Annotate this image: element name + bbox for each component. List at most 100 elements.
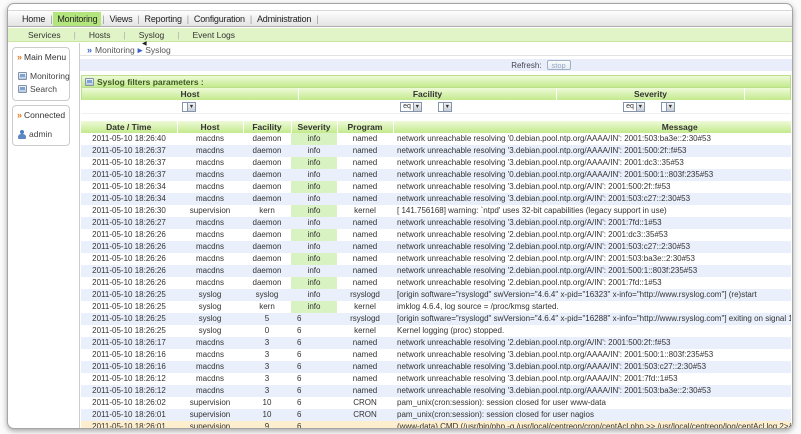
menu-separator: | — [124, 30, 126, 40]
severity-operator-select[interactable]: eq▼ — [623, 102, 645, 112]
table-row: 2011-05-10 18:26:27macdnsdaemoninfonamed… — [81, 217, 791, 229]
breadcrumb-syslog[interactable]: Syslog — [145, 45, 171, 55]
cell-severity: 6 — [291, 361, 337, 373]
cell-host: macdns — [177, 133, 243, 145]
cell-datetime: 2011-05-10 18:26:25 — [81, 313, 177, 325]
app-window: Home|Monitoring|Views|Reporting|Configur… — [7, 3, 793, 429]
cell-message: network unreachable resolving '2.debian.… — [393, 253, 791, 265]
cell-program: kernel — [337, 325, 393, 337]
cell-severity: info — [291, 145, 337, 157]
sub-menu: Services|Hosts|Syslog|Event Logs — [8, 28, 792, 42]
cell-severity: 6 — [291, 349, 337, 361]
menu-item-views[interactable]: Views — [106, 12, 137, 26]
col-header-program: Program — [337, 121, 393, 133]
main-menu-panel: »Main Menu Monitoring Search — [12, 47, 70, 101]
cell-facility: 3 — [243, 349, 291, 361]
cell-facility: daemon — [243, 181, 291, 193]
cell-facility: 3 — [243, 361, 291, 373]
username-label: admin — [29, 129, 52, 139]
menu-item-home[interactable]: Home — [18, 12, 49, 26]
cell-program: named — [337, 193, 393, 205]
host-select[interactable]: ▼ — [182, 102, 196, 112]
submenu-item-services[interactable]: Services — [24, 29, 65, 41]
severity-select[interactable]: ▼ — [661, 102, 675, 112]
main-menu-title: »Main Menu — [17, 52, 67, 62]
cell-message: network unreachable resolving '3.debian.… — [393, 181, 791, 193]
cell-facility: daemon — [243, 133, 291, 145]
connected-title: »Connected — [17, 110, 67, 120]
menu-separator: | — [74, 30, 76, 40]
cell-host: macdns — [177, 193, 243, 205]
cell-datetime: 2011-05-10 18:26:37 — [81, 145, 177, 157]
cell-program: named — [337, 217, 393, 229]
syslog-table: Date / Time Host Facility Severity Progr… — [81, 121, 791, 428]
cell-datetime: 2011-05-10 18:26:30 — [81, 205, 177, 217]
cell-message: network unreachable resolving '3.debian.… — [393, 217, 791, 229]
cell-host: supervision — [177, 409, 243, 421]
cell-facility: daemon — [243, 229, 291, 241]
menu-item-reporting[interactable]: Reporting — [141, 12, 186, 26]
menu-item-configuration[interactable]: Configuration — [190, 12, 249, 26]
table-row: 2011-05-10 18:26:12macdns36namednetwork … — [81, 373, 791, 385]
cell-datetime: 2011-05-10 18:26:37 — [81, 169, 177, 181]
syslog-filters: Syslog filters parameters : Host Facilit… — [81, 75, 791, 114]
menu-separator: | — [187, 14, 189, 24]
cell-datetime: 2011-05-10 18:26:17 — [81, 337, 177, 349]
cell-message: [origin software="rsyslogd" swVersion="4… — [393, 289, 791, 301]
filter-header-host: Host — [82, 88, 298, 100]
cell-host: macdns — [177, 361, 243, 373]
cell-facility: 5 — [243, 313, 291, 325]
sidebar: »Main Menu Monitoring Search »Connected … — [8, 43, 78, 428]
col-header-severity: Severity — [291, 121, 337, 133]
cell-host: macdns — [177, 265, 243, 277]
table-row: 2011-05-10 18:26:34macdnsdaemoninfonamed… — [81, 193, 791, 205]
menu-separator: | — [102, 14, 104, 24]
cell-program: named — [337, 253, 393, 265]
sidebar-item-search[interactable]: Search — [18, 84, 67, 94]
filters-controls-row: ▼ eq▼ ▼ eq▼ ▼ — [81, 100, 791, 114]
cell-host: macdns — [177, 337, 243, 349]
cell-message: [origin software="rsyslogd" swVersion="4… — [393, 313, 791, 325]
cell-message: network unreachable resolving '3.debian.… — [393, 373, 791, 385]
cell-message: [ 141.756168] warning: `ntpd' uses 32-bi… — [393, 205, 791, 217]
submenu-item-event-logs[interactable]: Event Logs — [189, 29, 240, 41]
breadcrumb-monitoring[interactable]: Monitoring — [95, 45, 135, 55]
top-menu: Home|Monitoring|Views|Reporting|Configur… — [8, 10, 792, 27]
connected-user: admin — [18, 129, 67, 139]
cell-host: syslog — [177, 313, 243, 325]
table-row: 2011-05-10 18:26:25syslog56rsyslogd[orig… — [81, 313, 791, 325]
filter-header-facility: Facility — [298, 88, 556, 100]
stop-refresh-button[interactable]: stop — [547, 60, 571, 70]
facility-select[interactable]: ▼ — [438, 102, 452, 112]
cell-facility: 3 — [243, 337, 291, 349]
facility-operator-select[interactable]: eq▼ — [400, 102, 422, 112]
table-row: 2011-05-10 18:26:26macdnsdaemoninfonamed… — [81, 229, 791, 241]
table-row: 2011-05-10 18:26:30supervisionkerninfoke… — [81, 205, 791, 217]
cell-message: network unreachable resolving '0.debian.… — [393, 133, 791, 145]
cell-program: CRON — [337, 409, 393, 421]
cell-facility: syslog — [243, 289, 291, 301]
menu-separator: | — [250, 14, 252, 24]
cell-program: kernel — [337, 205, 393, 217]
cell-facility: daemon — [243, 265, 291, 277]
cell-facility: daemon — [243, 145, 291, 157]
refresh-bar: Refresh: stop — [80, 59, 792, 71]
table-row: 2011-05-10 18:26:01supervision106CRONpam… — [81, 409, 791, 421]
cell-program: CRON — [337, 397, 393, 409]
submenu-item-syslog[interactable]: Syslog — [135, 29, 169, 41]
sidebar-item-label: Monitoring — [30, 71, 70, 81]
menu-item-monitoring[interactable]: Monitoring — [53, 12, 101, 26]
table-row: 2011-05-10 18:26:16macdns36namednetwork … — [81, 361, 791, 373]
cell-datetime: 2011-05-10 18:26:37 — [81, 157, 177, 169]
cell-program — [337, 421, 393, 428]
cell-message: network unreachable resolving '3.debian.… — [393, 361, 791, 373]
cell-datetime: 2011-05-10 18:26:27 — [81, 217, 177, 229]
menu-item-administration[interactable]: Administration — [253, 12, 315, 26]
col-header-message: Message — [393, 121, 791, 133]
submenu-item-hosts[interactable]: Hosts — [85, 29, 115, 41]
cell-datetime: 2011-05-10 18:26:26 — [81, 265, 177, 277]
cell-program: named — [337, 145, 393, 157]
filters-header-row: Host Facility Severity — [81, 88, 791, 100]
sidebar-item-monitoring[interactable]: Monitoring — [18, 71, 67, 81]
cell-severity: info — [291, 241, 337, 253]
